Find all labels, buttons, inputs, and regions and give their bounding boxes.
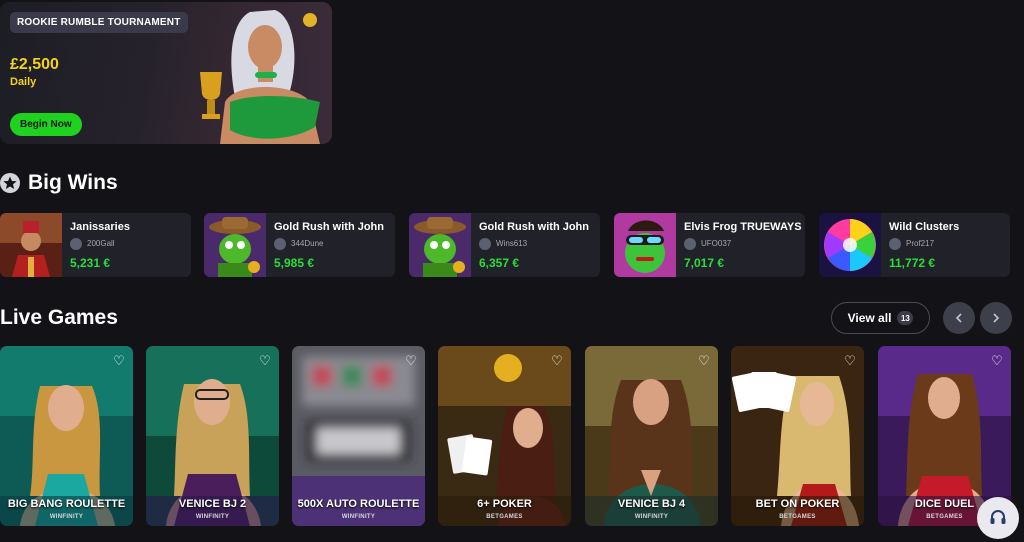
- gold-rush-thumbnail: [409, 213, 471, 277]
- live-game-card[interactable]: ♡ 500X AUTO ROULETTE WINFINITY: [292, 346, 425, 526]
- user-avatar-icon: [684, 238, 696, 250]
- begin-now-button[interactable]: Begin Now: [10, 113, 82, 136]
- win-game-name: Wild Clusters: [889, 221, 960, 233]
- win-game-name: Janissaries: [70, 221, 130, 233]
- promo-amount: £2,500: [10, 56, 59, 73]
- big-win-card[interactable]: Wild Clusters Prof217 11,772 €: [819, 213, 1010, 277]
- live-games-title: Live Games: [0, 306, 118, 329]
- heart-icon[interactable]: ♡: [404, 354, 418, 368]
- game-provider: WINFINITY: [49, 514, 84, 520]
- user-avatar-icon: [889, 238, 901, 250]
- big-wins-list: Janissaries 200Gall 5,231 € Gold Rush wi…: [0, 213, 1024, 277]
- game-title: BIG BANG ROULETTE: [7, 498, 126, 510]
- game-provider: WINFINITY: [341, 514, 376, 520]
- big-win-card[interactable]: Gold Rush with John 344Dune 5,985 €: [204, 213, 395, 277]
- game-title: 6+ POKER: [477, 498, 532, 510]
- win-game-name: Elvis Frog TRUEWAYS: [684, 221, 802, 233]
- game-provider: WINFINITY: [634, 514, 669, 520]
- big-win-card[interactable]: Elvis Frog TRUEWAYS UFO037 7,017 €: [614, 213, 805, 277]
- game-title: BET ON POKER: [755, 498, 840, 510]
- gold-rush-thumbnail: [204, 213, 266, 277]
- win-game-name: Gold Rush with John: [479, 221, 589, 233]
- win-amount: 7,017 €: [684, 256, 725, 270]
- view-all-button[interactable]: View all 13: [831, 302, 930, 334]
- live-game-card[interactable]: ♡ VENICE BJ 2 WINFINITY: [146, 346, 279, 526]
- heart-icon[interactable]: ♡: [843, 354, 857, 368]
- headset-icon: [990, 510, 1006, 524]
- user-avatar-icon: [479, 238, 491, 250]
- win-game-name: Gold Rush with John: [274, 221, 384, 233]
- win-username: 200Gall: [87, 239, 115, 248]
- game-provider: WINFINITY: [195, 514, 230, 520]
- heart-icon[interactable]: ♡: [112, 354, 126, 368]
- big-win-card[interactable]: Janissaries 200Gall 5,231 €: [0, 213, 191, 277]
- win-amount: 11,772 €: [889, 256, 936, 270]
- live-game-card[interactable]: ♡ BIG BANG ROULETTE WINFINITY: [0, 346, 133, 526]
- game-title: VENICE BJ 4: [617, 498, 686, 510]
- game-title: VENICE BJ 2: [178, 498, 247, 510]
- carousel-prev-button[interactable]: [943, 302, 975, 334]
- heart-icon[interactable]: ♡: [258, 354, 272, 368]
- janissaries-thumbnail: [0, 213, 62, 277]
- elvis-frog-thumbnail: [614, 213, 676, 277]
- heart-icon[interactable]: ♡: [697, 354, 711, 368]
- view-all-label: View all: [847, 311, 892, 325]
- live-game-card[interactable]: ♡ 6+ POKER BETGAMES: [438, 346, 571, 526]
- promo-period: Daily: [10, 76, 37, 88]
- win-username: 344Dune: [291, 239, 324, 248]
- win-username: UFO037: [701, 239, 732, 248]
- live-games-list: ♡ BIG BANG ROULETTE WINFINITY ♡ VENICE B…: [0, 346, 1024, 526]
- win-username: Prof217: [906, 239, 935, 248]
- carousel-next-button[interactable]: [980, 302, 1012, 334]
- chevron-right-icon: [993, 313, 1000, 323]
- live-game-card[interactable]: ♡ VENICE BJ 4 WINFINITY: [585, 346, 718, 526]
- win-amount: 5,985 €: [274, 256, 315, 270]
- big-wins-title: Big Wins: [28, 171, 118, 194]
- win-amount: 6,357 €: [479, 256, 520, 270]
- view-all-count-badge: 13: [897, 311, 914, 325]
- user-avatar-icon: [70, 238, 82, 250]
- win-amount: 5,231 €: [70, 256, 111, 270]
- promo-hostess-illustration: [190, 2, 332, 144]
- support-chat-button[interactable]: [977, 497, 1019, 539]
- promo-banner[interactable]: ROOKIE RUMBLE TOURNAMENT £2,500 Daily Be…: [0, 2, 332, 144]
- game-provider: BETGAMES: [779, 514, 816, 520]
- win-username: Wins613: [496, 239, 528, 248]
- star-icon: [0, 173, 20, 193]
- user-avatar-icon: [274, 238, 286, 250]
- heart-icon[interactable]: ♡: [550, 354, 564, 368]
- heart-icon[interactable]: ♡: [990, 354, 1004, 368]
- game-title: 500X AUTO ROULETTE: [297, 498, 420, 510]
- chevron-left-icon: [955, 313, 962, 323]
- game-provider: BETGAMES: [486, 514, 523, 520]
- live-game-card[interactable]: ♡ BET ON POKER BETGAMES: [731, 346, 864, 526]
- wild-clusters-thumbnail: [819, 213, 881, 277]
- promo-tag: ROOKIE RUMBLE TOURNAMENT: [10, 12, 188, 33]
- big-win-card[interactable]: Gold Rush with John Wins613 6,357 €: [409, 213, 600, 277]
